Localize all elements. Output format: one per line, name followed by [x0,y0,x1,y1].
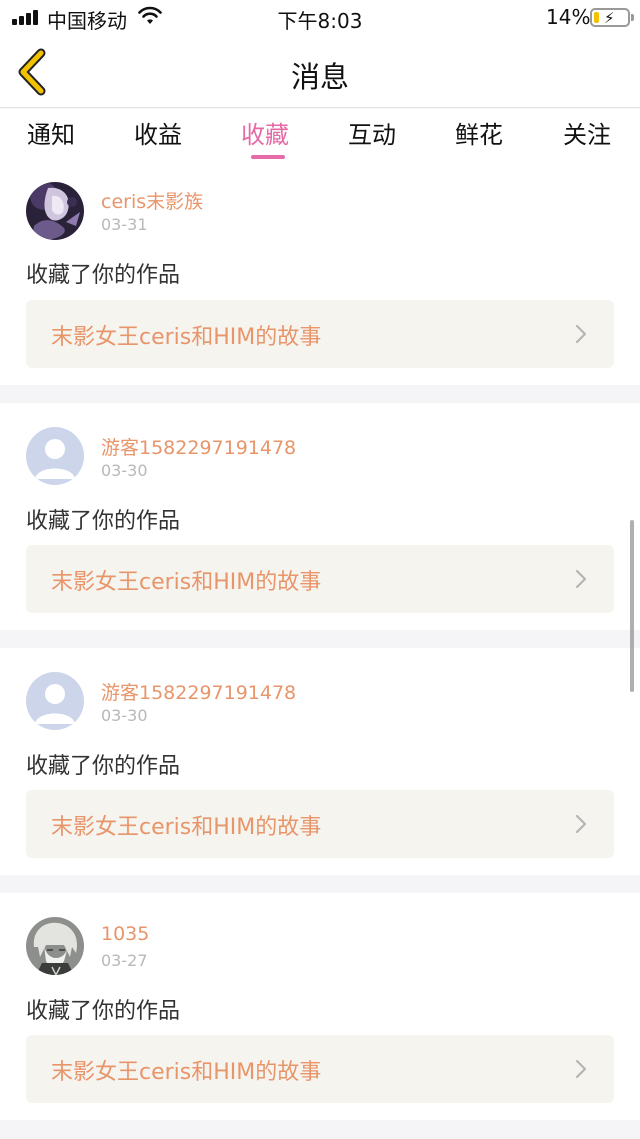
tab-label: 收益 [134,121,182,149]
tab-interactions[interactable]: 互动 [322,115,422,161]
message-date: 03-27 [101,951,148,970]
username[interactable]: 1035 [101,923,149,945]
work-title: 末影女王ceris和HIM的故事 [51,570,322,595]
chevron-right-icon [575,1059,587,1079]
username[interactable]: 游客1582297191478 [101,433,296,460]
message-card: ceris末影族 03-31 收藏了你的作品 末影女王ceris和HIM的故事 [0,165,640,385]
tab-label: 鲜花 [455,121,503,149]
tab-favorites[interactable]: 收藏 [215,115,315,161]
messages-screen: 中国移动 下午8:03 14% ⚡ 消息 通知 收益 收藏 互动 鲜花 关注 c… [0,0,640,1139]
nav-bar: 消息 [0,36,640,108]
anime-avatar-icon [26,182,84,240]
tab-flowers[interactable]: 鲜花 [429,115,529,161]
tab-following[interactable]: 关注 [537,115,637,161]
message-card: 游客1582297191478 03-30 收藏了你的作品 末影女王ceris和… [0,403,640,630]
chevron-right-icon [575,814,587,834]
work-link[interactable]: 末影女王ceris和HIM的故事 [26,790,614,858]
page-title: 消息 [290,60,349,94]
tab-earnings[interactable]: 收益 [108,115,208,161]
work-link[interactable]: 末影女王ceris和HIM的故事 [26,545,614,613]
tab-label: 收藏 [241,121,289,149]
status-bar: 中国移动 下午8:03 14% ⚡ [0,0,640,36]
chevron-right-icon [575,324,587,344]
active-tab-indicator [251,155,285,159]
default-user-avatar-icon [26,427,84,485]
avatar[interactable] [26,427,84,485]
clock: 下午8:03 [277,9,363,33]
battery-cap [631,14,634,21]
message-card: 1035 03-27 收藏了你的作品 末影女王ceris和HIM的故事 [0,893,640,1120]
work-link[interactable]: 末影女王ceris和HIM的故事 [26,300,614,368]
work-title: 末影女王ceris和HIM的故事 [51,815,322,840]
scrollbar[interactable] [630,520,634,692]
work-title: 末影女王ceris和HIM的故事 [51,1060,322,1085]
username[interactable]: 游客1582297191478 [101,678,296,705]
work-link[interactable]: 末影女王ceris和HIM的故事 [26,1035,614,1103]
action-text: 收藏了你的作品 [26,754,181,779]
work-title: 末影女王ceris和HIM的故事 [51,325,322,350]
sketch-anime-avatar-icon [26,917,84,975]
message-date: 03-30 [101,461,148,480]
message-date: 03-30 [101,706,148,725]
action-text: 收藏了你的作品 [26,999,181,1024]
chevron-right-icon [575,569,587,589]
message-date: 03-31 [101,215,148,234]
default-user-avatar-icon [26,672,84,730]
action-text: 收藏了你的作品 [26,509,181,534]
avatar[interactable] [26,917,84,975]
tab-label: 通知 [27,121,75,149]
avatar[interactable] [26,672,84,730]
message-tabs: 通知 收益 收藏 互动 鲜花 关注 [0,109,640,165]
avatar[interactable] [26,182,84,240]
tab-label: 互动 [348,121,396,149]
tab-notifications[interactable]: 通知 [1,115,101,161]
message-card: 游客1582297191478 03-30 收藏了你的作品 末影女王ceris和… [0,648,640,875]
battery-percent: 14% [546,5,591,29]
battery-icon: ⚡ [590,8,630,27]
username[interactable]: ceris末影族 [101,187,203,214]
tab-label: 关注 [563,121,611,149]
action-text: 收藏了你的作品 [26,263,181,288]
